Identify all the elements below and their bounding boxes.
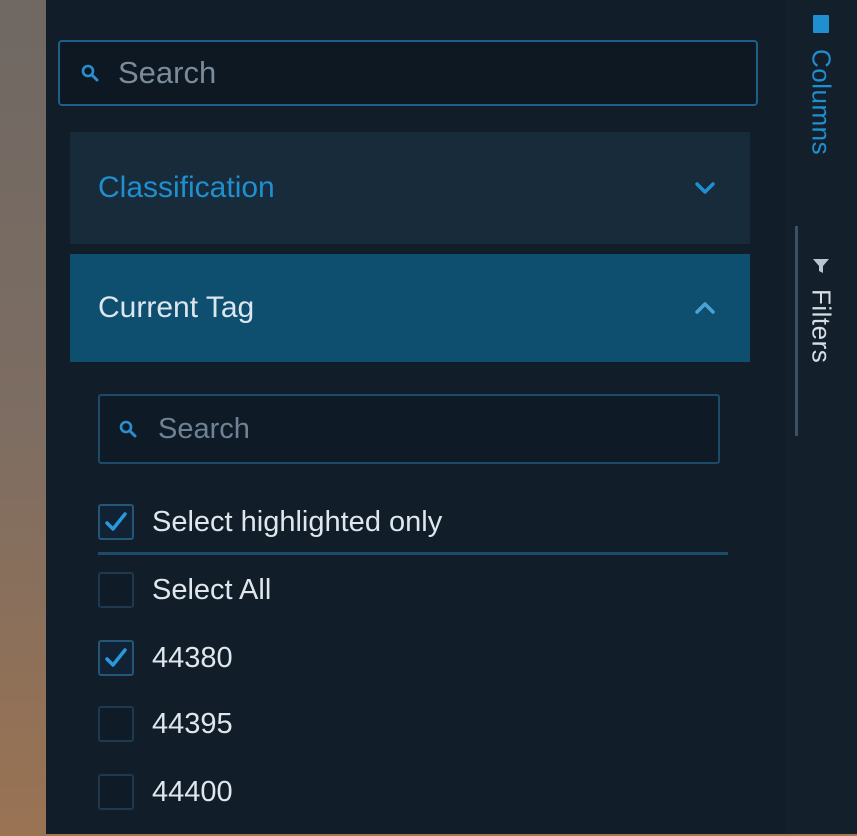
select-all-option[interactable]: Select All bbox=[98, 568, 271, 612]
search-icon bbox=[116, 417, 140, 441]
tab-columns[interactable]: Columns bbox=[799, 14, 843, 204]
filter-value-label: 44400 bbox=[152, 775, 233, 808]
select-all-label: Select All bbox=[152, 573, 272, 606]
column-search-box[interactable] bbox=[58, 40, 758, 106]
checkbox-value[interactable] bbox=[98, 774, 134, 810]
tab-columns-label: Columns bbox=[806, 49, 837, 156]
filter-search-input[interactable] bbox=[158, 412, 718, 446]
search-input[interactable] bbox=[118, 55, 756, 91]
group-header-classification[interactable]: Classification bbox=[70, 132, 750, 244]
columns-icon bbox=[812, 14, 830, 39]
select-highlighted-label: Select highlighted only bbox=[152, 505, 443, 538]
checkbox-select-all[interactable] bbox=[98, 572, 134, 608]
tool-panel: Classification Current Tag bbox=[46, 0, 857, 834]
filter-value-option[interactable]: 44380 bbox=[98, 636, 233, 680]
filter-search-box[interactable] bbox=[98, 394, 720, 464]
filter-icon bbox=[812, 258, 830, 279]
select-highlighted-option[interactable]: Select highlighted only bbox=[98, 500, 442, 544]
columns-panel-content: Classification Current Tag bbox=[46, 0, 785, 834]
side-tab-bar: Columns Filters bbox=[785, 0, 857, 834]
separator bbox=[98, 552, 728, 555]
search-icon bbox=[78, 61, 102, 85]
group-header-current-tag[interactable]: Current Tag bbox=[70, 254, 750, 362]
checkbox-select-highlighted[interactable] bbox=[98, 504, 134, 540]
tab-divider bbox=[795, 226, 798, 436]
tab-filters[interactable]: Filters bbox=[799, 258, 843, 418]
chevron-down-icon[interactable] bbox=[692, 178, 718, 198]
group-label-classification: Classification bbox=[98, 171, 275, 204]
chevron-up-icon[interactable] bbox=[692, 298, 718, 318]
tab-filters-label: Filters bbox=[806, 289, 837, 364]
filter-value-option[interactable]: 44395 bbox=[98, 702, 233, 746]
group-label-current-tag: Current Tag bbox=[98, 291, 255, 324]
filter-value-label: 44395 bbox=[152, 707, 233, 740]
checkbox-value[interactable] bbox=[98, 640, 134, 676]
background-area bbox=[0, 0, 46, 836]
filter-value-label: 44380 bbox=[152, 641, 233, 674]
checkbox-value[interactable] bbox=[98, 706, 134, 742]
filter-value-option[interactable]: 44400 bbox=[98, 770, 233, 814]
